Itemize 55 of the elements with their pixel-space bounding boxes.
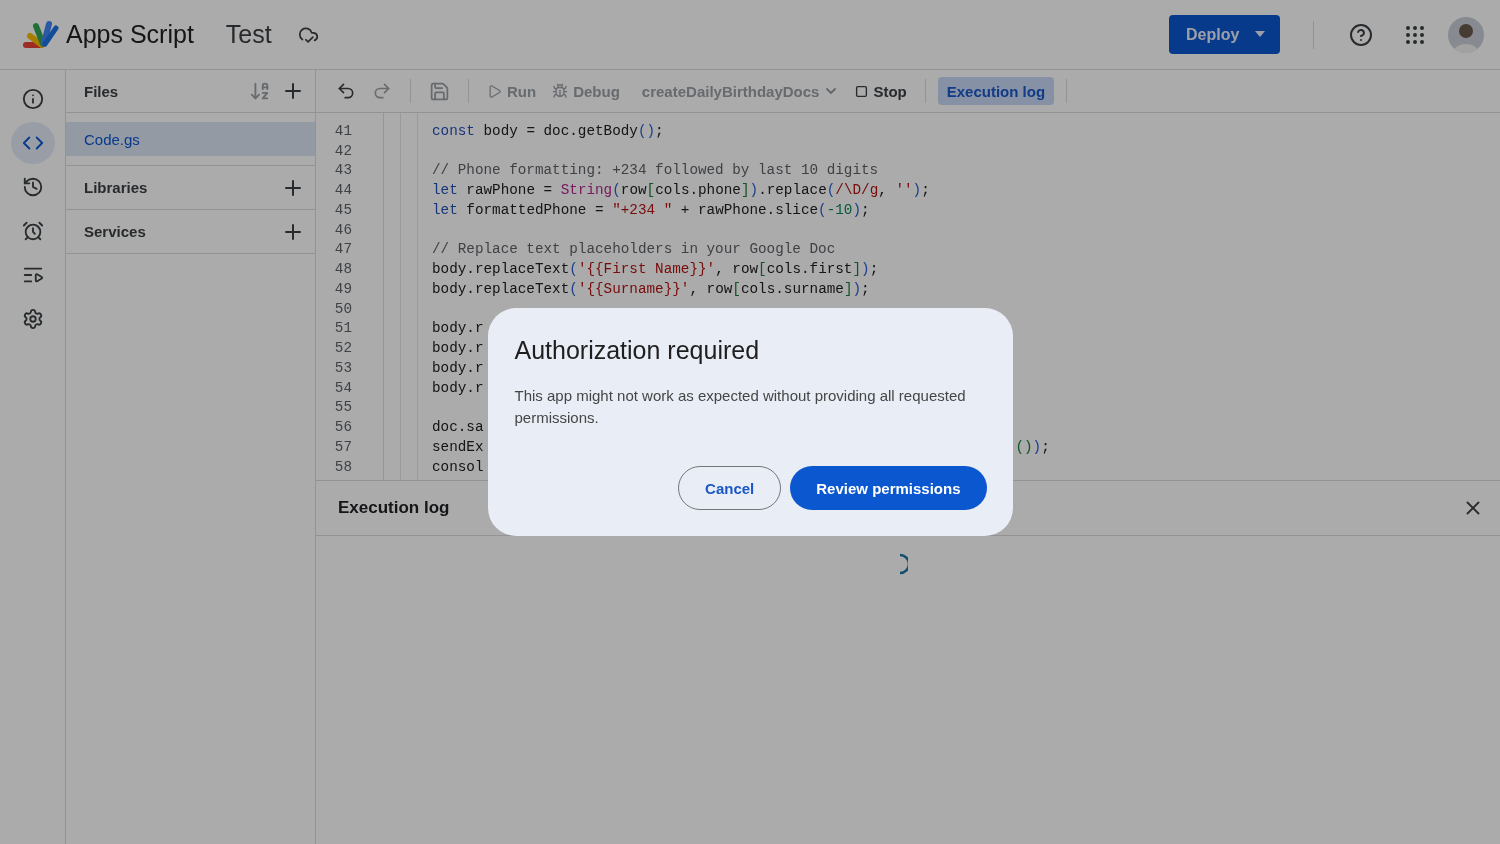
logo-icon [22, 19, 60, 50]
deploy-button[interactable]: Deploy [1169, 15, 1280, 54]
code-line: // Replace text placeholders in your Google Doc [432, 241, 836, 258]
play-icon [487, 83, 502, 99]
line-number: 52 [333, 340, 352, 357]
avatar[interactable] [1448, 16, 1484, 53]
line-number: 53 [333, 359, 352, 376]
line-number: 49 [333, 280, 352, 297]
project-title[interactable]: Test [225, 20, 272, 49]
code-icon[interactable] [10, 122, 55, 164]
code-line: let formattedPhone = "+234 " + rawPhone.slice(-10); [432, 201, 870, 218]
line-number: 41 [333, 122, 352, 139]
line-number: 48 [333, 261, 352, 278]
panel-title: Files [84, 82, 120, 100]
line-number: 58 [333, 458, 352, 475]
code-line: body.r [432, 320, 484, 337]
section-title: Libraries [84, 179, 149, 196]
log-title: Execution log [338, 498, 451, 518]
code-line: doc.sa [432, 419, 484, 436]
code-line: let rawPhone = String(row[cols.phone]).replace(/\D/g, ''); [432, 182, 930, 199]
code-fragment: ()); [1015, 438, 1050, 455]
line-number: 46 [333, 221, 352, 238]
stop-icon [855, 84, 869, 98]
code-line: sendEx [432, 438, 484, 455]
line-number: 56 [333, 419, 352, 436]
code-line: // Phone formatting: +234 followed by last 10 digits [432, 162, 879, 179]
line-number: 57 [333, 438, 352, 455]
code-line: body.replaceText('{{Surname}}', row[cols.surname]); [432, 280, 870, 297]
code-line: body.replaceText('{{First Name}}', row[cols.first]); [432, 261, 879, 278]
code-line: body.r [432, 379, 484, 396]
execution-log-toggle[interactable]: Execution log [937, 77, 1055, 105]
code-line: body.r [432, 359, 484, 376]
bug-icon [552, 83, 569, 99]
line-number: 55 [333, 399, 352, 416]
line-number: 45 [333, 201, 352, 218]
code-line: consol [432, 458, 484, 475]
dialog-title: Authorization required [514, 336, 761, 365]
code-line: body.r [432, 340, 484, 357]
cloud-icon [297, 24, 319, 45]
code-line: const body = doc.getBody(); [432, 122, 664, 139]
product-name: Apps Script [66, 20, 194, 49]
line-number: 50 [333, 300, 352, 317]
caret-icon [1254, 31, 1266, 38]
section-title: Services [84, 223, 147, 240]
review-permissions-button[interactable]: Review permissions [790, 466, 987, 510]
line-number: 44 [333, 182, 352, 199]
line-number: 54 [333, 379, 352, 396]
stop-button[interactable]: Stop [849, 78, 913, 104]
line-number: 47 [333, 241, 352, 258]
file-item[interactable]: Code.gs [66, 122, 315, 156]
dialog-message: This app might not work as expected without providing all requested permissions. [514, 386, 967, 428]
line-number: 43 [333, 162, 352, 179]
line-number: 42 [333, 142, 352, 159]
function-select[interactable]: createDailyBirthdayDocs [635, 78, 846, 104]
line-number: 51 [333, 320, 352, 337]
